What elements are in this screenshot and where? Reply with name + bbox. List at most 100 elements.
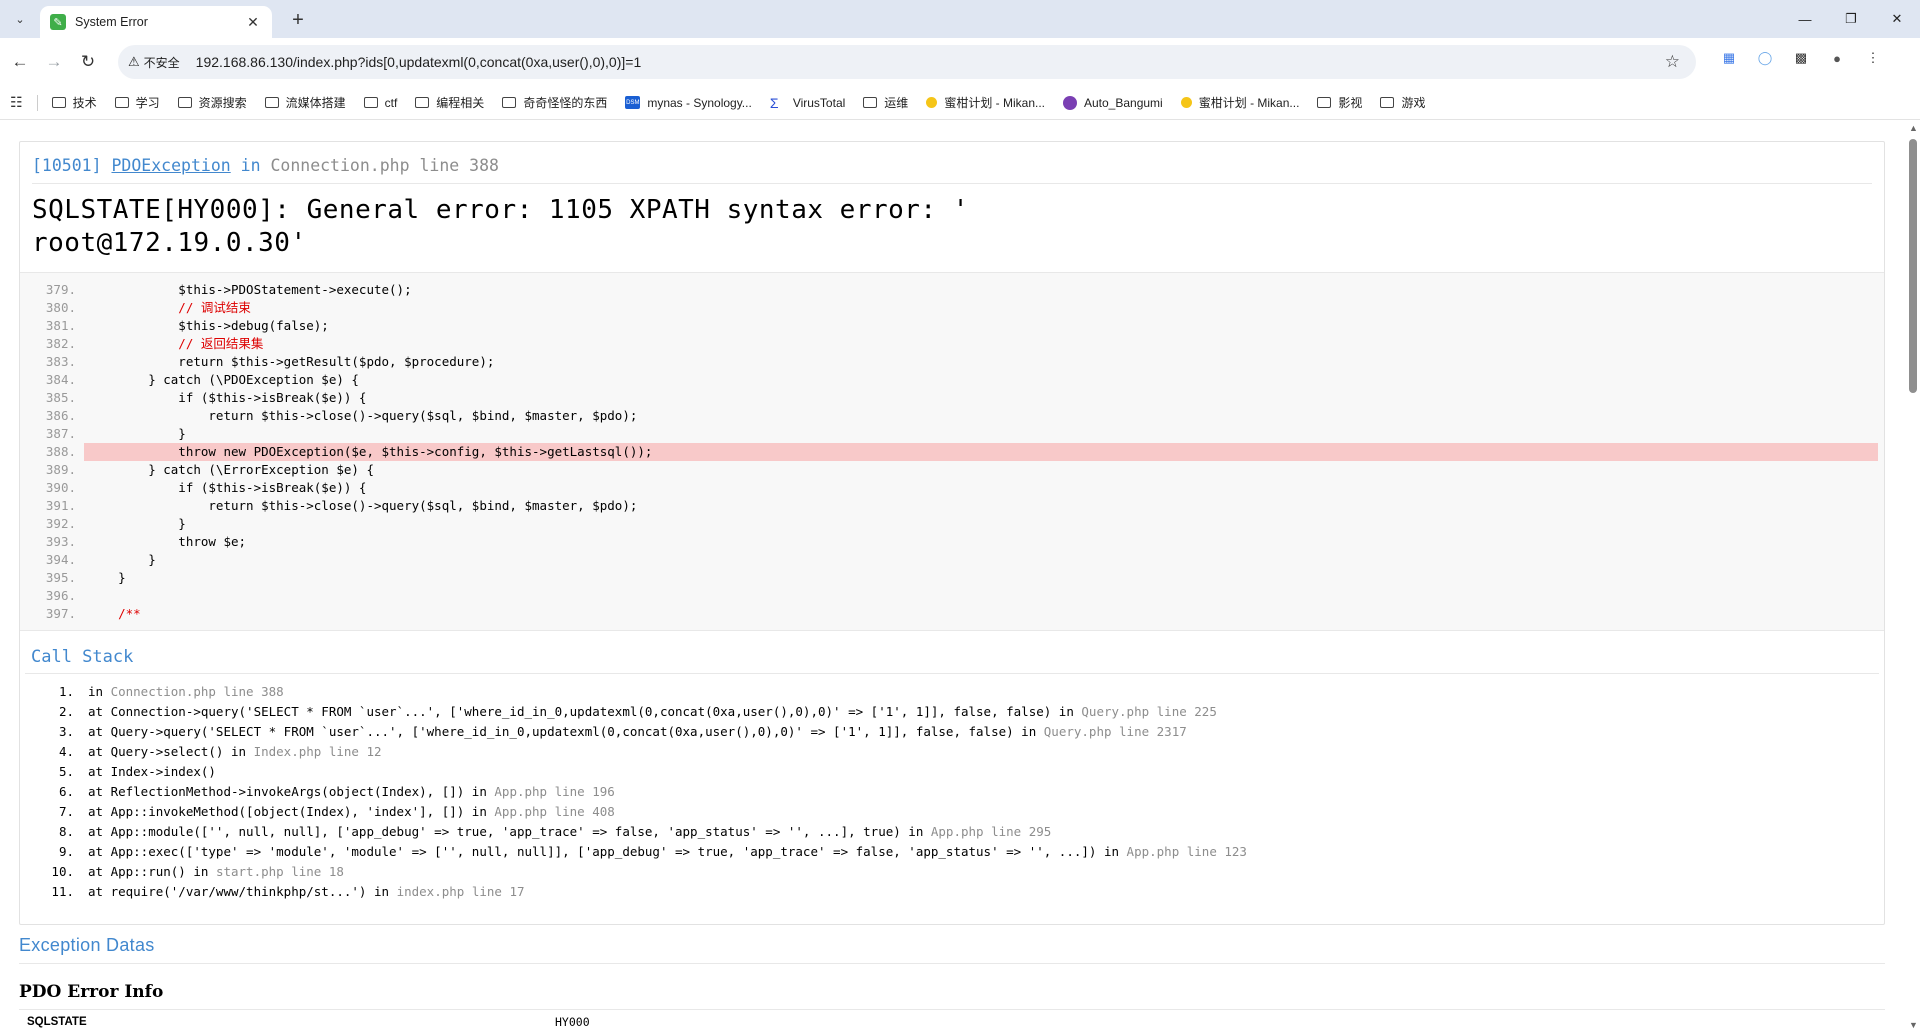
line-code: throw $e; xyxy=(88,534,247,549)
tab-favicon-icon: ✎ xyxy=(50,14,66,30)
line-code: throw new PDOException($e, $this->config… xyxy=(84,443,1878,461)
source-line: 395. } xyxy=(20,569,1878,587)
call-stack-number: 7. xyxy=(58,804,74,819)
line-number: 387. xyxy=(45,426,76,441)
line-number: 395. xyxy=(45,570,76,585)
more-menu-icon[interactable]: ⋮ xyxy=(1862,47,1884,69)
bookmark-item[interactable]: 资源搜索 xyxy=(177,94,247,111)
call-stack-call: at App::invokeMethod([object(Index), 'in… xyxy=(88,804,495,819)
translate-icon[interactable]: ▦ xyxy=(1718,47,1740,69)
bookmark-item[interactable]: 游戏 xyxy=(1380,94,1425,111)
bookmark-item[interactable]: 流媒体搭建 xyxy=(264,94,346,111)
security-chip[interactable]: ⚠ 不安全 xyxy=(128,54,180,71)
exception-message-line1: SQLSTATE[HY000]: General error: 1105 XPA… xyxy=(32,195,969,225)
call-stack-item: 11. at require('/var/www/thinkphp/st...')… xyxy=(20,882,1884,902)
bookmark-item[interactable]: 学习 xyxy=(114,94,160,111)
virustotal-icon: Σ xyxy=(769,94,779,111)
line-number: 384. xyxy=(45,372,76,387)
close-window-icon[interactable]: ✕ xyxy=(1874,0,1920,38)
call-stack-file: App.php line 295 xyxy=(930,824,1052,839)
restore-icon[interactable]: ❐ xyxy=(1828,0,1874,38)
browser-toolbar: ← → ↻ ⚠ 不安全 192.168.86.130/index.php?ids… xyxy=(0,38,1920,86)
line-code: // 返回结果集 xyxy=(88,336,264,351)
scroll-down-icon[interactable]: ▼ xyxy=(1909,1020,1918,1030)
bookmark-item[interactable]: ctf xyxy=(363,94,397,111)
line-code: $this->PDOStatement->execute(); xyxy=(88,282,412,297)
circle-extension-icon[interactable]: ◯ xyxy=(1754,47,1776,69)
mikan-icon xyxy=(926,97,938,108)
error-page: [10501] PDOException in Connection.php l… xyxy=(0,121,1906,1032)
address-bar[interactable]: ⚠ 不安全 192.168.86.130/index.php?ids[0,upd… xyxy=(118,45,1696,79)
bookmark-label: 蜜柑计划 - Mikan... xyxy=(1198,96,1300,110)
call-stack-call: at App::run() in xyxy=(88,864,216,879)
source-line: 384. } catch (\PDOException $e) { xyxy=(20,371,1878,389)
pdo-error-info-title: PDO Error Info xyxy=(19,982,164,1002)
exception-code: [10501] xyxy=(32,156,102,175)
bookmark-label: 游戏 xyxy=(1401,96,1426,110)
call-stack-call: in xyxy=(88,684,111,699)
call-stack-number: 11. xyxy=(51,884,74,899)
tab-title: System Error xyxy=(75,15,148,29)
line-code: if ($this->isBreak($e)) { xyxy=(88,390,367,405)
call-stack-call: at ReflectionMethod->invokeArgs(object(I… xyxy=(88,784,495,799)
source-code-block: 379. $this->PDOStatement->execute(); 380.… xyxy=(20,272,1884,631)
bookmark-item[interactable]: 技术 xyxy=(51,94,97,111)
scrollbar-thumb[interactable] xyxy=(1909,139,1917,393)
line-code: if ($this->isBreak($e)) { xyxy=(88,480,367,495)
bookmark-item[interactable]: 奇奇怪怪的东西 xyxy=(502,94,607,111)
bookmark-item[interactable]: Σ VirusTotal xyxy=(770,94,845,111)
call-stack-number: 8. xyxy=(58,824,74,839)
bookmark-item[interactable]: DSM mynas - Synology... xyxy=(625,94,752,111)
call-stack-list: 1. in Connection.php line 388 2. at Connect… xyxy=(20,674,1884,902)
call-stack-file: Index.php line 12 xyxy=(253,744,382,759)
reload-button[interactable]: ↻ xyxy=(74,48,102,76)
bookmark-label: 影视 xyxy=(1338,96,1363,110)
source-line: 397. /** xyxy=(20,605,1878,623)
bookmark-item[interactable]: 运维 xyxy=(863,94,908,111)
profile-avatar-icon[interactable]: ● xyxy=(1826,47,1848,69)
source-line: 396. xyxy=(20,587,1878,605)
exception-message: SQLSTATE[HY000]: General error: 1105 XPA… xyxy=(32,184,1872,272)
source-line: 381. $this->debug(false); xyxy=(20,317,1878,335)
call-stack-call: at Index->index() xyxy=(88,764,216,779)
section-divider xyxy=(19,963,1885,964)
source-line: 389. } catch (\ErrorException $e) { xyxy=(20,461,1878,479)
bookmark-list: 技术 学习 资源搜索 流媒体搭建 ctf 编程相关 奇奇怪怪的东西 DSM mynas - Sy… xyxy=(51,94,1444,111)
extensions-area: ▦ ◯ ▩ ● ⋮ xyxy=(1718,47,1898,69)
back-button[interactable]: ← xyxy=(6,48,34,76)
exception-location: [10501] PDOException in Connection.php l… xyxy=(32,156,1872,184)
bookmark-item[interactable]: 编程相关 xyxy=(415,94,484,111)
call-stack-item: 1. in Connection.php line 388 xyxy=(20,682,1884,702)
url-text[interactable]: 192.168.86.130/index.php?ids[0,updatexml… xyxy=(196,54,642,70)
pdo-value: HY000 xyxy=(555,1014,590,1029)
source-line: 386. return $this->close()->query($sql, … xyxy=(20,407,1878,425)
line-code: // 调试结束 xyxy=(88,300,251,315)
call-stack-text: at App::module(['', null, null], ['app_d… xyxy=(88,822,1051,842)
exception-file: Connection.php line 388 xyxy=(270,156,499,175)
new-tab-button[interactable]: + xyxy=(286,9,310,32)
call-stack-call: at Query->select() in xyxy=(88,744,254,759)
bookmark-item[interactable]: 蜜柑计划 - Mikan... xyxy=(926,94,1045,111)
bookmark-item[interactable]: Auto_Bangumi xyxy=(1063,94,1163,111)
exception-class-link[interactable]: PDOException xyxy=(111,156,230,175)
call-stack-file: Query.php line 2317 xyxy=(1043,724,1187,739)
close-tab-icon[interactable]: ✕ xyxy=(244,14,262,31)
forward-button[interactable]: → xyxy=(40,48,68,76)
tab-search-button[interactable]: ⌄ xyxy=(6,5,34,33)
source-line: 385. if ($this->isBreak($e)) { xyxy=(20,389,1878,407)
line-code: $this->debug(false); xyxy=(88,318,329,333)
call-stack-number: 9. xyxy=(58,844,74,859)
page-scrollbar[interactable]: ▲ ▼ xyxy=(1906,121,1920,1032)
bookmark-label: VirusTotal xyxy=(792,95,846,110)
apps-grid-icon[interactable]: ☷ xyxy=(10,94,23,111)
puzzle-icon[interactable]: ▩ xyxy=(1790,47,1812,69)
line-number: 392. xyxy=(45,516,76,531)
bookmark-item[interactable]: 影视 xyxy=(1317,94,1362,111)
active-tab[interactable]: ✎ System Error ✕ xyxy=(40,6,272,38)
bookmark-label: 学习 xyxy=(135,96,160,110)
scroll-up-icon[interactable]: ▲ xyxy=(1909,123,1918,133)
minimize-icon[interactable]: — xyxy=(1782,0,1828,38)
bookmark-star-icon[interactable]: ☆ xyxy=(1665,52,1680,72)
source-line: 394. } xyxy=(20,551,1878,569)
bookmark-item[interactable]: 蜜柑计划 - Mikan... xyxy=(1180,94,1300,111)
